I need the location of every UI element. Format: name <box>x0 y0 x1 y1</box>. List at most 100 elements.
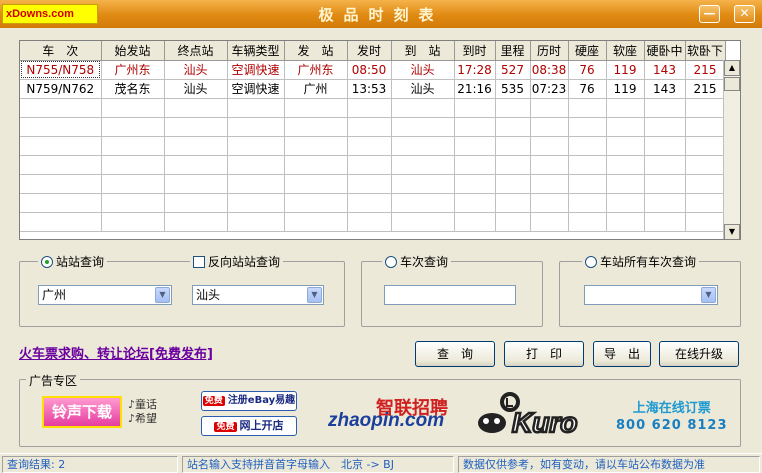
table-cell: 汕头 <box>164 60 228 80</box>
table-row[interactable] <box>20 98 726 118</box>
ticket-forum-link[interactable]: 火车票求购、转让论坛[免费发布] <box>19 343 213 362</box>
column-header[interactable]: 历时 <box>530 41 569 61</box>
all-trains-query-radio[interactable] <box>585 255 597 268</box>
to-station-select[interactable]: 汕头 ▼ <box>192 285 324 305</box>
reverse-query-label: 反向站站查询 <box>208 255 281 269</box>
column-header[interactable]: 里程 <box>495 41 531 61</box>
table-cell: 13:53 <box>347 79 392 99</box>
table-cell <box>284 117 348 137</box>
column-header[interactable]: 硬卧中 <box>644 41 686 61</box>
table-cell <box>454 136 496 156</box>
table-cell: 汕头 <box>164 79 228 99</box>
scroll-down-icon[interactable]: ▼ <box>724 224 740 239</box>
table-cell <box>568 174 607 194</box>
shop-ad[interactable]: 免费 网上开店 <box>201 416 297 436</box>
table-row[interactable] <box>20 117 726 137</box>
table-header: 车 次始发站 终点站 车辆类型发 站发时到 站到时 里程 历时 硬座 软座 硬卧中 软卧下 <box>20 41 726 61</box>
station-select[interactable]: ▼ <box>584 285 718 305</box>
table-cell <box>164 193 228 213</box>
shop-label: 网上开店 <box>239 419 284 432</box>
title-bar[interactable]: xDowns.com 极品时刻表 — ✕ <box>0 0 762 28</box>
column-header[interactable]: 发 站 <box>284 41 348 61</box>
table-cell <box>20 136 102 156</box>
column-header[interactable]: 到时 <box>454 41 496 61</box>
table-cell <box>685 155 726 175</box>
column-header[interactable]: 车 次 <box>20 41 102 61</box>
close-button[interactable]: ✕ <box>734 5 755 23</box>
table-row[interactable]: N755/N758 广州东 汕头 空调快速 广州东 08:50 汕头 17:28 527 08:3… <box>20 60 726 80</box>
table-cell <box>568 136 607 156</box>
column-header[interactable]: 始发站 <box>101 41 165 61</box>
table-cell <box>101 193 165 213</box>
table-cell <box>347 136 392 156</box>
chevron-down-icon[interactable]: ▼ <box>307 287 322 303</box>
print-button[interactable]: 打 印 <box>504 341 584 367</box>
timetable-grid[interactable]: 车 次始发站 终点站 车辆类型发 站发时到 站到时 里程 历时 硬座 软座 硬卧中 软卧下 N7… <box>19 40 741 240</box>
train-query-option[interactable]: 车次查询 <box>382 253 452 270</box>
table-row[interactable] <box>20 212 726 232</box>
table-cell <box>568 193 607 213</box>
table-cell <box>568 212 607 232</box>
booking-ad[interactable]: 上海在线订票 800 620 8123 <box>616 400 728 434</box>
table-cell <box>20 155 102 175</box>
table-cell <box>454 98 496 118</box>
station-query-option[interactable]: 站站查询 <box>38 253 108 270</box>
kuro-ad[interactable]: Kuro <box>472 388 592 442</box>
table-row[interactable] <box>20 193 726 213</box>
table-row[interactable]: N759/N762 茂名东 汕头 空调快速 广州 13:53 汕头 21:16 535 07:23… <box>20 79 726 99</box>
table-cell <box>644 174 686 194</box>
query-button[interactable]: 查 询 <box>415 341 495 367</box>
ebay-ad[interactable]: 免费 注册eBay易趣 <box>201 391 297 411</box>
reverse-query-option[interactable]: 反向站站查询 <box>190 253 284 270</box>
table-cell <box>391 174 455 194</box>
column-header[interactable]: 到 站 <box>391 41 455 61</box>
column-header[interactable]: 发时 <box>347 41 392 61</box>
column-header[interactable]: 软卧下 <box>685 41 726 61</box>
table-row[interactable] <box>20 136 726 156</box>
ringtone-note-2: ♪希望 <box>128 412 158 425</box>
table-cell <box>164 174 228 194</box>
table-cell <box>454 174 496 194</box>
table-cell <box>606 155 645 175</box>
train-query-group: 车次查询 <box>361 253 543 327</box>
booking-phone: 800 620 8123 <box>616 418 728 433</box>
vertical-scrollbar[interactable]: ▲ ▼ <box>723 60 740 239</box>
table-row[interactable] <box>20 174 726 194</box>
train-query-radio[interactable] <box>385 255 397 268</box>
reverse-query-checkbox[interactable] <box>193 255 205 268</box>
station-query-group: 站站查询 反向站站查询 广州 ▼ 汕头 ▼ <box>19 253 345 327</box>
station-query-radio[interactable] <box>41 255 53 268</box>
minimize-button[interactable]: — <box>699 5 720 23</box>
chevron-down-icon[interactable]: ▼ <box>701 287 716 303</box>
table-cell: 汕头 <box>391 60 455 80</box>
scroll-up-icon[interactable]: ▲ <box>724 60 740 76</box>
export-button[interactable]: 导 出 <box>593 341 651 367</box>
column-header[interactable]: 车辆类型 <box>227 41 285 61</box>
table-row[interactable] <box>20 155 726 175</box>
column-header[interactable]: 终点站 <box>164 41 228 61</box>
table-cell <box>530 136 569 156</box>
kuro-text: Kuro <box>512 407 577 438</box>
from-station-select[interactable]: 广州 ▼ <box>38 285 172 305</box>
upgrade-button[interactable]: 在线升级 <box>659 341 739 367</box>
table-cell <box>530 174 569 194</box>
all-trains-query-option[interactable]: 车站所有车次查询 <box>582 253 700 270</box>
table-cell <box>495 117 531 137</box>
table-cell <box>101 98 165 118</box>
table-cell <box>606 117 645 137</box>
table-cell <box>685 174 726 194</box>
table-cell: 21:16 <box>454 79 496 99</box>
table-cell <box>227 155 285 175</box>
table-cell <box>685 117 726 137</box>
ringtone-ad[interactable]: 铃声下载 <box>42 396 122 428</box>
table-cell <box>20 117 102 137</box>
train-number-input[interactable] <box>384 285 516 305</box>
table-cell: 143 <box>644 60 686 80</box>
table-cell: 广州东 <box>101 60 165 80</box>
scroll-thumb[interactable] <box>724 77 740 91</box>
column-header[interactable]: 硬座 <box>568 41 607 61</box>
table-cell: 汕头 <box>391 79 455 99</box>
chevron-down-icon[interactable]: ▼ <box>155 287 170 303</box>
table-cell <box>530 117 569 137</box>
column-header[interactable]: 软座 <box>606 41 645 61</box>
